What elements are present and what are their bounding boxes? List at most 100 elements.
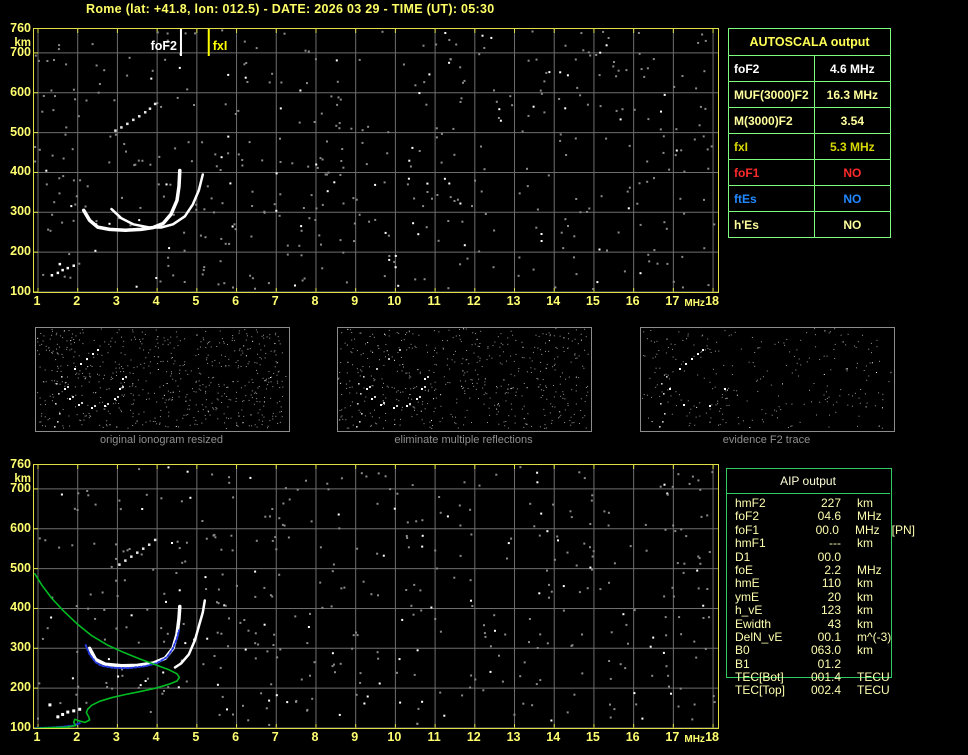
y-tick-label: 100 <box>10 720 31 734</box>
x-tick-label: 11 <box>427 730 441 744</box>
autoscala-param-label: ftEs <box>728 185 815 212</box>
x-tick-label: 15 <box>585 294 600 308</box>
autoscala-param-value: 3.54 <box>813 107 892 134</box>
aip-param-value: 123 <box>820 603 841 618</box>
x-tick-label: 17 <box>665 730 680 744</box>
aip-param-label: TEC[Top] <box>735 683 786 698</box>
aip-param-value: 2.2 <box>824 562 841 577</box>
x-tick-label: 3 <box>112 730 120 744</box>
autoscala-app-window: Rome (lat: +41.8, lon: 012.5) - DATE: 20… <box>0 0 968 755</box>
aip-param-value: 063.0 <box>810 643 841 658</box>
autoscala-param-label: foF2 <box>728 55 815 82</box>
x-tick-label: 7 <box>271 730 279 744</box>
aip-param-label: h_vE <box>735 603 763 618</box>
aip-row: foF1 00.0 MHz [PN] <box>735 522 915 537</box>
x-tick-label: 2 <box>73 294 81 308</box>
processing-panel-3 <box>640 327 895 432</box>
x-tick-label: 4 <box>152 294 160 308</box>
autoscala-param-label: M(3000)F2 <box>728 107 815 134</box>
aip-row: TEC[Top] 002.4 TECU <box>735 683 915 698</box>
bottom-ionogram-plot <box>33 464 719 730</box>
x-tick-label: 4 <box>152 730 160 744</box>
autoscala-row: ftEs NO <box>728 185 892 212</box>
autoscala-param-label: MUF(3000)F2 <box>728 81 815 108</box>
aip-param-unit: km <box>857 616 873 631</box>
aip-param-label: TEC[Bot] <box>735 670 784 685</box>
processing-panel-1 <box>35 327 290 432</box>
x-tick-label: 18 <box>705 294 720 308</box>
x-tick-label: 10 <box>387 730 402 744</box>
aip-param-label: foE <box>735 562 754 577</box>
aip-param-label: DelN_vE <box>735 629 783 644</box>
x-tick-label: 14 <box>546 730 561 744</box>
x-tick-label: 8 <box>311 294 319 308</box>
x-tick-label: 16 <box>625 730 640 744</box>
panel-caption: evidence F2 trace <box>722 434 811 446</box>
aip-param-label: hmE <box>735 576 760 591</box>
x-tick-label: 17 <box>665 294 680 308</box>
aip-row: Ewidth 43 km <box>735 616 915 631</box>
autoscala-param-value: NO <box>813 159 892 186</box>
autoscala-param-label: h'Es <box>728 211 815 238</box>
autoscala-row: foF2 4.6 MHz <box>728 55 892 82</box>
x-tick-label: 9 <box>351 294 359 308</box>
autoscala-row: M(3000)F2 3.54 <box>728 107 892 134</box>
aip-param-value: 227 <box>820 496 841 510</box>
aip-row: hmF2 227 km <box>735 496 915 510</box>
autoscala-param-value: NO <box>813 211 892 238</box>
aip-param-label: D1 <box>735 549 751 564</box>
aip-param-unit: km <box>857 589 873 604</box>
aip-row: foF2 04.6 MHz <box>735 509 915 524</box>
y-tick-label: 500 <box>10 560 31 575</box>
x-tick-label: 18 <box>705 730 720 744</box>
processing-panel-canvas <box>338 328 589 429</box>
aip-row: foE 2.2 MHz <box>735 562 915 577</box>
x-tick-label: 2 <box>73 730 81 744</box>
y-axis-unit-label: km <box>14 473 31 485</box>
fxi-marker-label: fxI <box>213 39 228 53</box>
aip-row: ymE 20 km <box>735 589 915 604</box>
y-tick-label: 760 <box>10 457 31 471</box>
aip-param-value: 20 <box>827 589 841 604</box>
x-tick-label: 12 <box>466 294 481 308</box>
bottom-ionogram-y-axis: 760 700 600 500 400 300 200 100 km <box>0 0 31 755</box>
aip-row: hmE 110 km <box>735 576 915 591</box>
aip-param-value: 00.0 <box>817 549 841 564</box>
x-axis-unit-label: MHz <box>684 734 705 745</box>
aip-param-unit: MHz <box>857 509 882 524</box>
aip-param-unit: TECU <box>857 670 890 685</box>
aip-param-label: Ewidth <box>735 616 772 631</box>
aip-param-label: hmF1 <box>735 536 766 551</box>
y-tick-label: 300 <box>10 640 31 655</box>
top-ionogram-plot: foF2 fxI <box>33 28 719 293</box>
autoscala-param-label: fxI <box>728 133 815 160</box>
autoscala-param-value: 5.3 MHz <box>813 133 892 160</box>
top-ionogram-x-axis: 1 2 3 4 5 6 7 8 9 10 11 12 13 14 15 16 17 18 MHz <box>33 294 733 310</box>
station-date-time-title: Rome (lat: +41.8, lon: 012.5) - DATE: 20… <box>86 2 495 16</box>
aip-param-unit: km <box>857 536 873 551</box>
aip-row: B0 063.0 km <box>735 643 915 658</box>
autoscala-param-label: foF1 <box>728 159 815 186</box>
aip-row: hmF1 --- km <box>735 536 915 551</box>
processing-panel-2 <box>337 327 592 432</box>
panel-caption: eliminate multiple reflections <box>394 434 533 446</box>
x-tick-label: 13 <box>506 730 521 744</box>
aip-param-label: hmF2 <box>735 496 766 510</box>
aip-param-flag: [PN] <box>891 522 915 537</box>
x-tick-label: 5 <box>192 294 200 308</box>
aip-output-rows: hmF2 227 km foF2 04.6 MHz foF1 00.0 MHz [PN] hmF1 -… <box>735 496 915 698</box>
aip-header-divider <box>726 493 890 494</box>
x-tick-label: 14 <box>546 294 561 308</box>
autoscala-output-table: AUTOSCALA output foF2 4.6 MHz MUF(3000)F2 16… <box>728 28 892 238</box>
autoscala-row: fxI 5.3 MHz <box>728 133 892 160</box>
x-tick-label: 9 <box>351 730 359 744</box>
aip-param-unit: TECU <box>857 683 890 698</box>
aip-param-value: 001.4 <box>810 670 841 685</box>
aip-param-label: foF2 <box>735 509 760 524</box>
x-tick-label: 12 <box>466 730 481 744</box>
processing-panel-canvas <box>37 328 287 429</box>
aip-param-value: 110 <box>821 576 841 591</box>
aip-param-value: 002.4 <box>810 683 841 698</box>
x-tick-label: 10 <box>387 294 402 308</box>
aip-param-value: 04.6 <box>817 509 841 524</box>
